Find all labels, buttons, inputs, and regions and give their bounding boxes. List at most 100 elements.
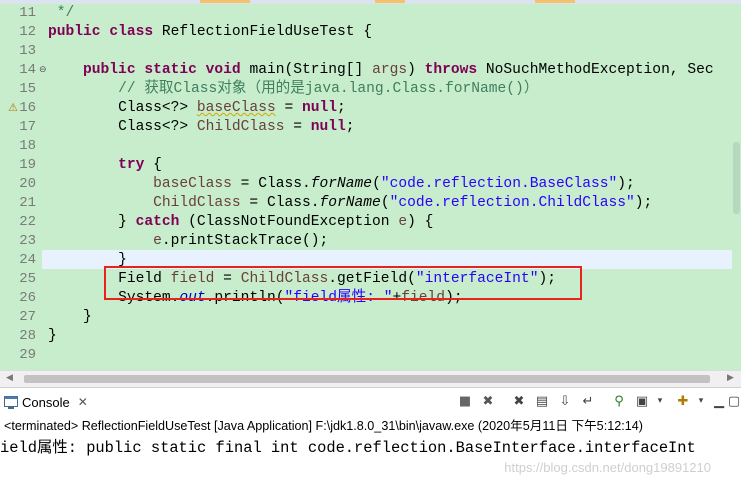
line-number: 14 bbox=[19, 62, 36, 78]
local-variable: baseClass bbox=[196, 100, 276, 116]
keyword: null bbox=[302, 100, 338, 116]
code-text-segment: ( bbox=[372, 176, 381, 192]
static-method: forName bbox=[319, 195, 381, 211]
string-literal: "code.reflection.ChildClass" bbox=[389, 195, 635, 211]
remove-launch-icon[interactable]: ✖ bbox=[479, 393, 497, 410]
code-editor[interactable]: 11 12 13 14 ⊖ 15 16 17 18 19 20 21 22 23 24 25 26 27 28 29 … bbox=[0, 4, 741, 370]
code-line-20: baseClass = Class.forName("code.reflecti… bbox=[48, 175, 635, 194]
vertical-scrollbar-thumb[interactable] bbox=[733, 142, 740, 214]
fold-collapse-icon[interactable]: ⊖ bbox=[39, 66, 48, 75]
code-text-segment: ); bbox=[617, 176, 635, 192]
code-text-segment: ; bbox=[345, 119, 355, 135]
chevron-down-icon[interactable]: ▾ bbox=[651, 393, 669, 410]
warning-icon[interactable]: ⚠ bbox=[7, 102, 19, 114]
keyword: try bbox=[118, 157, 145, 173]
code-line-27: } bbox=[48, 308, 92, 327]
comment: */ bbox=[48, 5, 75, 21]
code-line-16: Class<?> baseClass = null; bbox=[48, 99, 346, 118]
code-text-segment: { bbox=[144, 157, 162, 173]
horizontal-scrollbar[interactable]: ◀ ▶ bbox=[0, 370, 741, 388]
line-number: 18 bbox=[19, 138, 36, 154]
open-console-icon[interactable]: ✚ bbox=[674, 393, 692, 410]
vertical-scrollbar[interactable] bbox=[732, 4, 741, 370]
keyword: public bbox=[48, 24, 101, 40]
close-icon[interactable]: ✕ bbox=[78, 395, 88, 409]
keyword: void bbox=[205, 62, 241, 78]
pin-console-icon[interactable]: ⚲ bbox=[610, 393, 628, 410]
horizontal-scrollbar-thumb[interactable] bbox=[24, 375, 710, 383]
display-selected-console-icon[interactable]: ▣ bbox=[633, 393, 651, 410]
scroll-left-arrow-icon[interactable]: ◀ bbox=[6, 373, 13, 383]
clear-console-icon[interactable]: ▤ bbox=[533, 393, 551, 410]
parameter: args bbox=[372, 62, 408, 78]
code-text-segment: main(String[] bbox=[240, 62, 373, 78]
code-line-19: try { bbox=[48, 156, 162, 175]
line-number: 13 bbox=[19, 43, 36, 59]
static-method: forName bbox=[310, 176, 373, 192]
line-number: 26 bbox=[19, 290, 36, 306]
word-wrap-icon[interactable]: ↵ bbox=[579, 393, 597, 410]
keyword: static bbox=[144, 62, 197, 78]
code-text-segment: = bbox=[284, 119, 311, 135]
code-text-segment: ReflectionFieldUseTest { bbox=[153, 24, 373, 40]
code-text-segment: Class<?> bbox=[118, 100, 197, 116]
parameter: e bbox=[398, 214, 408, 230]
code-line-22: } catch (ClassNotFoundException e) { bbox=[48, 213, 433, 232]
terminate-icon[interactable]: ■ bbox=[456, 393, 474, 410]
local-variable: ChildClass bbox=[196, 119, 285, 135]
code-line-21: ChildClass = Class.forName("code.reflect… bbox=[48, 194, 652, 213]
line-number: 22 bbox=[19, 214, 36, 230]
line-number: 21 bbox=[19, 195, 36, 211]
code-text-segment: Class<?> bbox=[118, 119, 197, 135]
code-text-segment: ) { bbox=[407, 214, 434, 230]
scroll-lock-icon[interactable]: ⇩ bbox=[556, 393, 574, 410]
string-literal: "code.reflection.BaseClass" bbox=[380, 176, 618, 192]
maximize-icon[interactable]: ▢ bbox=[725, 393, 741, 410]
keyword: catch bbox=[135, 214, 180, 230]
console-output: ield属性: public static final int code.ref… bbox=[0, 439, 696, 457]
code-line-17: Class<?> ChildClass = null; bbox=[48, 118, 355, 137]
code-line-12: public class ReflectionFieldUseTest { bbox=[48, 23, 372, 42]
scroll-right-arrow-icon[interactable]: ▶ bbox=[727, 373, 734, 383]
line-number: 25 bbox=[19, 271, 36, 287]
terminated-status-line: <terminated> ReflectionFieldUseTest [Jav… bbox=[4, 419, 643, 433]
line-number: 29 bbox=[19, 347, 36, 363]
code-text-segment: ); bbox=[634, 195, 653, 211]
code-text-segment: NoSuchMethodException, Sec bbox=[477, 62, 714, 78]
editor-tab-fragment[interactable] bbox=[375, 0, 405, 3]
code-line-15: // 获取Class对象（用的是java.lang.Class.forName(… bbox=[48, 80, 538, 99]
keyword: null bbox=[310, 119, 346, 135]
line-number: 20 bbox=[19, 176, 36, 192]
editor-tab-fragment[interactable] bbox=[200, 0, 250, 3]
comment: // 获取Class对象（用的是java.lang.Class.forName(… bbox=[118, 81, 539, 97]
editor-tab-fragment[interactable] bbox=[535, 0, 575, 3]
keyword: class bbox=[109, 24, 154, 40]
parameter: e bbox=[153, 233, 162, 249]
remove-all-terminated-icon[interactable]: ✖ bbox=[510, 393, 528, 410]
code-text-segment: } bbox=[118, 214, 136, 230]
line-number: 17 bbox=[19, 119, 36, 135]
watermark: https://blog.csdn.net/dong19891210 bbox=[504, 460, 711, 475]
line-number: 19 bbox=[19, 157, 36, 173]
line-number: 12 bbox=[19, 24, 36, 40]
code-text-segment: (ClassNotFoundException bbox=[179, 214, 399, 230]
code-line-14: public static void main(String[] args) t… bbox=[83, 62, 714, 78]
console-icon bbox=[4, 395, 18, 409]
code-text-segment: } bbox=[83, 309, 92, 325]
code-text-segment: ( bbox=[380, 195, 390, 211]
line-number: 27 bbox=[19, 309, 36, 325]
chevron-down-icon[interactable]: ▾ bbox=[692, 393, 710, 410]
console-tab[interactable]: Console ✕ bbox=[4, 392, 88, 412]
line-number: 11 bbox=[19, 5, 36, 21]
keyword: public bbox=[83, 62, 136, 78]
code-text-segment: = bbox=[275, 100, 302, 116]
code-line-23: e.printStackTrace(); bbox=[48, 232, 328, 251]
code-text-segment: .printStackTrace(); bbox=[161, 233, 329, 249]
highlight-annotation-box bbox=[104, 266, 582, 300]
line-number: 28 bbox=[19, 328, 36, 344]
code-text[interactable]: */ public class ReflectionFieldUseTest {… bbox=[48, 4, 738, 370]
line-number: 15 bbox=[19, 81, 36, 97]
code-text-segment: = Class. bbox=[231, 176, 311, 192]
console-view-header: Console ✕ ■ ✖ ✖ ▤ ⇩ ↵ ⚲ ▣ ▾ ✚ ▾ ▁ ▢ bbox=[0, 387, 741, 415]
code-text-segment: } bbox=[48, 328, 57, 344]
